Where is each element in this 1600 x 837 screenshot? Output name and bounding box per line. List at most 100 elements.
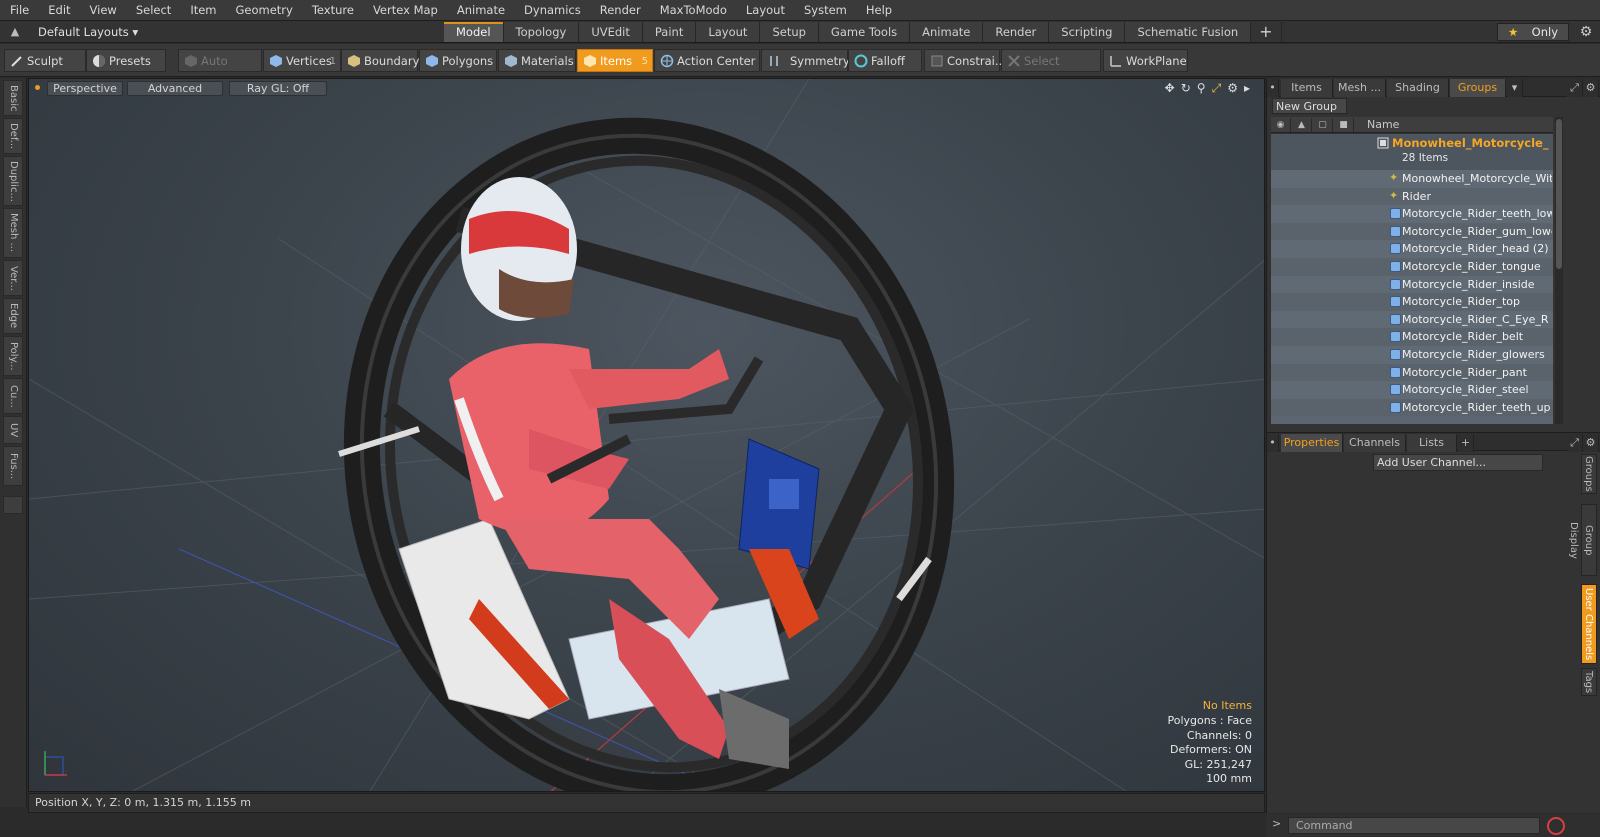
left-tabs-toggle[interactable] [3, 496, 23, 514]
props-expand-icon[interactable]: ⤢ [1567, 434, 1583, 452]
menu-view[interactable]: View [80, 0, 126, 21]
vertices-button[interactable]: Vertices 1 [263, 49, 341, 72]
menu-texture[interactable]: Texture [302, 0, 363, 21]
left-tab-9[interactable]: Fus... [3, 446, 23, 486]
scroll-thumb[interactable] [1556, 119, 1562, 269]
side-tab-tags[interactable]: Tags [1581, 668, 1597, 696]
constraints-button[interactable]: Constrai... [924, 49, 1006, 72]
workplane-button[interactable]: WorkPlane [1103, 49, 1188, 72]
pan-icon[interactable]: ✥ [1165, 81, 1175, 96]
left-tab-2[interactable]: Duplic... [3, 156, 23, 206]
rotate-icon[interactable]: ↻ [1181, 81, 1191, 96]
group-item-row[interactable]: Motorcycle_Rider_top [1271, 293, 1553, 311]
tab-render[interactable]: Render [983, 22, 1050, 42]
group-item-row[interactable]: Motorcycle_Rider_belt [1271, 328, 1553, 346]
group-item-row[interactable]: Motorcycle_Rider_C_Eye_R [1271, 310, 1553, 329]
left-tab-0[interactable]: Basic [3, 80, 23, 116]
props-gear-icon[interactable]: ⚙ [1583, 434, 1599, 452]
expand-arrow-icon[interactable]: ▸ [1244, 81, 1250, 96]
visibility-eye-icon[interactable]: ◉ [1271, 118, 1291, 132]
group-item-row[interactable]: ✦ Monowheel_Motorcycle_Wit... [1271, 170, 1553, 188]
left-tab-4[interactable]: Ver... [3, 260, 23, 296]
menu-select[interactable]: Select [126, 0, 180, 21]
menu-geometry[interactable]: Geometry [226, 0, 302, 21]
lock-icon[interactable]: ▢ [1313, 118, 1333, 132]
settings-gear-icon[interactable]: ⚙ [1227, 81, 1238, 96]
fit-icon[interactable]: ⤢ [1212, 81, 1222, 96]
group-item-row[interactable]: Motorcycle_Rider_head (2) [1271, 240, 1553, 258]
tab-lists[interactable]: Lists [1407, 434, 1457, 452]
menu-render[interactable]: Render [590, 0, 650, 21]
tabs-dropdown-icon[interactable]: ▾ [1507, 79, 1523, 97]
viewport-menu-dot[interactable] [35, 85, 40, 90]
group-item-row[interactable]: Motorcycle_Rider_teeth_up ... [1271, 398, 1553, 417]
tab-schematic-fusion[interactable]: Schematic Fusion [1125, 22, 1252, 42]
left-tab-5[interactable]: Edge [3, 298, 23, 334]
tab-game-tools[interactable]: Game Tools [818, 22, 911, 42]
menu-maxtomodo[interactable]: MaxToModo [650, 0, 736, 21]
add-tab-icon[interactable]: + [1458, 434, 1474, 452]
group-item-row[interactable]: Motorcycle_Rider_teeth_lower [1271, 205, 1553, 223]
shading-mode-button[interactable]: Advanced [127, 81, 223, 96]
materials-button[interactable]: Materials [498, 49, 576, 72]
sculpt-button[interactable]: Sculpt [4, 49, 86, 72]
group-item-row[interactable]: Motorcycle_Rider_tongue [1271, 258, 1553, 276]
left-tab-3[interactable]: Mesh ... [3, 208, 23, 258]
left-tab-7[interactable]: Cu... [3, 378, 23, 414]
left-tab-6[interactable]: Poly... [3, 336, 23, 376]
layout-selector[interactable]: Default Layouts ▾ [38, 21, 138, 43]
add-tab-plus-icon[interactable]: + [1251, 22, 1282, 42]
add-user-channel-button[interactable]: Add User Channel... [1373, 454, 1543, 471]
only-button[interactable]: ★ Only [1497, 23, 1569, 41]
auto-select-button[interactable]: Auto Select [178, 49, 262, 91]
group-item-row[interactable]: Motorcycle_Rider_glowers [1271, 346, 1553, 364]
menu-file[interactable]: File [0, 0, 38, 21]
group-item-row[interactable]: Motorcycle_Rider_gum_lower [1271, 222, 1553, 241]
group-root-row[interactable]: Monowheel_Motorcycle_ ... 28 Items [1271, 134, 1553, 170]
presets-button[interactable]: Presets [86, 49, 166, 72]
layout-pin-icon[interactable]: ▲ [8, 25, 22, 39]
falloff-button[interactable]: Falloff [848, 49, 922, 72]
tab-shading[interactable]: Shading [1387, 79, 1449, 97]
tab-paint[interactable]: Paint [642, 22, 697, 42]
groups-scrollbar[interactable] [1555, 117, 1563, 424]
menu-dynamics[interactable]: Dynamics [514, 0, 590, 21]
zoom-icon[interactable]: ⚲ [1197, 81, 1206, 96]
panel-gear-icon[interactable]: ⚙ [1583, 79, 1599, 97]
view-mode-button[interactable]: Perspective [47, 81, 123, 96]
menu-layout[interactable]: Layout [736, 0, 794, 21]
select-through-button[interactable]: Select Through [1001, 49, 1101, 91]
props-menu-dot-icon[interactable]: • [1267, 434, 1279, 452]
panel-expand-icon[interactable]: ⤢ [1567, 79, 1583, 97]
action-center-button[interactable]: Action Center [654, 49, 760, 72]
items-button[interactable]: Items 5 [577, 49, 653, 72]
symmetry-button[interactable]: Symmetry [761, 49, 850, 72]
command-input[interactable]: Command [1288, 817, 1540, 834]
gear-icon[interactable]: ⚙ [1577, 23, 1595, 41]
menu-animate[interactable]: Animate [447, 0, 514, 21]
group-item-row[interactable]: ✦ Rider [1271, 187, 1553, 206]
raygl-button[interactable]: Ray GL: Off [229, 81, 327, 96]
tab-properties[interactable]: Properties [1281, 434, 1343, 452]
left-tab-8[interactable]: UV [3, 416, 23, 444]
render-icon[interactable]: ▲ [1292, 118, 1312, 132]
menu-vertex-map[interactable]: Vertex Map [363, 0, 447, 21]
menu-help[interactable]: Help [856, 0, 901, 21]
3d-viewport[interactable]: Perspective Advanced Ray GL: Off ✥ ↻ ⚲ ⤢… [28, 78, 1265, 792]
panel-menu-dot-icon[interactable]: • [1267, 79, 1279, 97]
polygons-button[interactable]: Polygons [419, 49, 497, 72]
tab-topology[interactable]: Topology [503, 22, 580, 42]
tab-setup[interactable]: Setup [760, 22, 819, 42]
tab-layout[interactable]: Layout [696, 22, 761, 42]
tab-groups[interactable]: Groups [1450, 79, 1506, 97]
group-item-row[interactable]: Motorcycle_Rider_inside [1271, 275, 1553, 294]
menu-system[interactable]: System [794, 0, 856, 21]
boundary-button[interactable]: Boundary [341, 49, 419, 72]
tab-items[interactable]: Items [1281, 79, 1333, 97]
tab-scripting[interactable]: Scripting [1049, 22, 1126, 42]
tab-uvedit[interactable]: UVEdit [579, 22, 643, 42]
menu-edit[interactable]: Edit [38, 0, 79, 21]
side-tab-user-channels[interactable]: User Channels [1581, 584, 1597, 664]
group-item-row[interactable]: Motorcycle_Rider_steel [1271, 381, 1553, 399]
select-icon[interactable]: ■ [1334, 118, 1354, 132]
